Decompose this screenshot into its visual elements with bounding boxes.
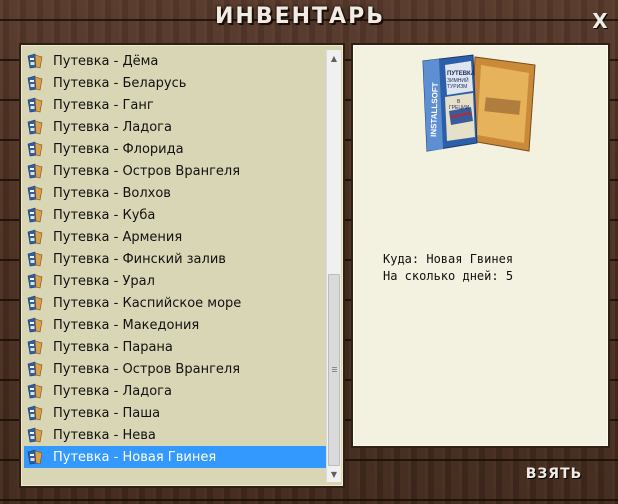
- brochure-cover-line: ГРЕЦИИ: [449, 105, 470, 111]
- travel-voucher-icon: [27, 361, 43, 377]
- close-button[interactable]: X: [590, 9, 610, 33]
- travel-voucher-icon: [27, 185, 43, 201]
- grip-icon: [332, 367, 337, 373]
- list-item-label: Путевка - Новая Гвинея: [53, 449, 217, 465]
- travel-voucher-icon: [27, 405, 43, 421]
- list-item-label: Путевка - Ладога: [53, 383, 172, 399]
- list-item-label: Путевка - Македония: [53, 317, 200, 333]
- travel-voucher-icon: [27, 229, 43, 245]
- list-item[interactable]: Путевка - Ладога: [24, 380, 327, 402]
- list-item[interactable]: Путевка - Остров Врангеля: [24, 358, 327, 380]
- list-item[interactable]: Путевка - Флорида: [24, 138, 327, 160]
- travel-voucher-icon: [27, 75, 43, 91]
- list-item-label: Путевка - Волхов: [53, 185, 171, 201]
- list-item-label: Путевка - Остров Врангеля: [53, 361, 241, 377]
- list-item-label: Путевка - Каспийское море: [53, 295, 242, 311]
- travel-voucher-icon: [27, 295, 43, 311]
- list-item-label: Путевка - Флорида: [53, 141, 184, 157]
- brochure-cover-line: ЗИМНИЙ: [447, 76, 469, 84]
- list-item-label: Путевка - Куба: [53, 207, 156, 223]
- list-item-label: Путевка - Остров Врангеля: [53, 163, 241, 179]
- destination-line: Куда: Новая Гвинея: [383, 252, 514, 266]
- item-description: Куда: Новая Гвинея На сколько дней: 5: [383, 251, 513, 285]
- travel-voucher-icon: [27, 97, 43, 113]
- travel-voucher-icon: [27, 119, 43, 135]
- list-item[interactable]: Путевка - Беларусь: [24, 72, 327, 94]
- brochure-spine-text: INSTALLSOFT: [429, 82, 440, 137]
- list-item[interactable]: Путевка - Дёма: [24, 50, 327, 72]
- travel-voucher-icon: [27, 317, 43, 333]
- list-item[interactable]: Путевка - Армения: [24, 226, 327, 248]
- list-item[interactable]: Путевка - Новая Гвинея: [24, 446, 327, 468]
- days-line: На сколько дней: 5: [383, 269, 514, 283]
- list-item-label: Путевка - Финский залив: [53, 251, 226, 267]
- inventory-list-panel: Путевка - Дёма Путевка - Беларусь Путевка …: [19, 43, 345, 488]
- scroll-up-arrow-icon[interactable]: ▲: [327, 50, 341, 66]
- list-item[interactable]: Путевка - Македония: [24, 314, 327, 336]
- list-item[interactable]: Путевка - Волхов: [24, 182, 327, 204]
- list-item[interactable]: Путевка - Каспийское море: [24, 292, 327, 314]
- inventory-list[interactable]: Путевка - Дёма Путевка - Беларусь Путевка …: [24, 50, 327, 468]
- take-button[interactable]: ВЗЯТЬ: [519, 463, 589, 485]
- travel-voucher-icon: [27, 53, 43, 69]
- list-item-label: Путевка - Парана: [53, 339, 173, 355]
- list-item-label: Путевка - Ладога: [53, 119, 172, 135]
- list-item[interactable]: Путевка - Финский залив: [24, 248, 327, 270]
- scroll-down-arrow-icon[interactable]: ▼: [327, 466, 341, 482]
- list-item-label: Путевка - Беларусь: [53, 75, 187, 91]
- travel-voucher-icon: [27, 427, 43, 443]
- travel-voucher-icon: [27, 163, 43, 179]
- list-item-label: Путевка - Нева: [53, 427, 156, 443]
- list-item[interactable]: Путевка - Нева: [24, 424, 327, 446]
- list-item-label: Путевка - Ганг: [53, 97, 154, 113]
- list-item[interactable]: Путевка - Ладога: [24, 116, 327, 138]
- travel-voucher-icon: [27, 273, 43, 289]
- travel-voucher-icon: [27, 141, 43, 157]
- list-item-label: Путевка - Паша: [53, 405, 161, 421]
- travel-brochure-image: INSTALLSOFT ПУТЕВКА ЗИМНИЙ ТУРИЗМ В ГРЕЦ…: [422, 54, 536, 152]
- list-item[interactable]: Путевка - Урал: [24, 270, 327, 292]
- travel-voucher-icon: [27, 449, 43, 465]
- item-detail-panel: INSTALLSOFT ПУТЕВКА ЗИМНИЙ ТУРИЗМ В ГРЕЦ…: [351, 43, 610, 448]
- list-item-label: Путевка - Урал: [53, 273, 155, 289]
- travel-voucher-icon: [27, 339, 43, 355]
- brochure-cover-line: ПУТЕВКА: [447, 71, 476, 77]
- list-item[interactable]: Путевка - Ганг: [24, 94, 327, 116]
- list-item[interactable]: Путевка - Парана: [24, 336, 327, 358]
- brochure-cover-line: ТУРИЗМ: [447, 84, 467, 90]
- travel-voucher-icon: [27, 207, 43, 223]
- list-item[interactable]: Путевка - Паша: [24, 402, 327, 424]
- list-item-label: Путевка - Армения: [53, 229, 183, 245]
- travel-voucher-icon: [27, 383, 43, 399]
- list-item[interactable]: Путевка - Куба: [24, 204, 327, 226]
- inventory-scrollbar[interactable]: ▲ ▼: [326, 50, 341, 482]
- travel-voucher-icon: [27, 251, 43, 267]
- list-item[interactable]: Путевка - Остров Врангеля: [24, 160, 327, 182]
- window-title: ИНВЕНТАРЬ: [215, 4, 385, 29]
- list-item-label: Путевка - Дёма: [53, 53, 159, 69]
- scroll-thumb[interactable]: [328, 274, 340, 466]
